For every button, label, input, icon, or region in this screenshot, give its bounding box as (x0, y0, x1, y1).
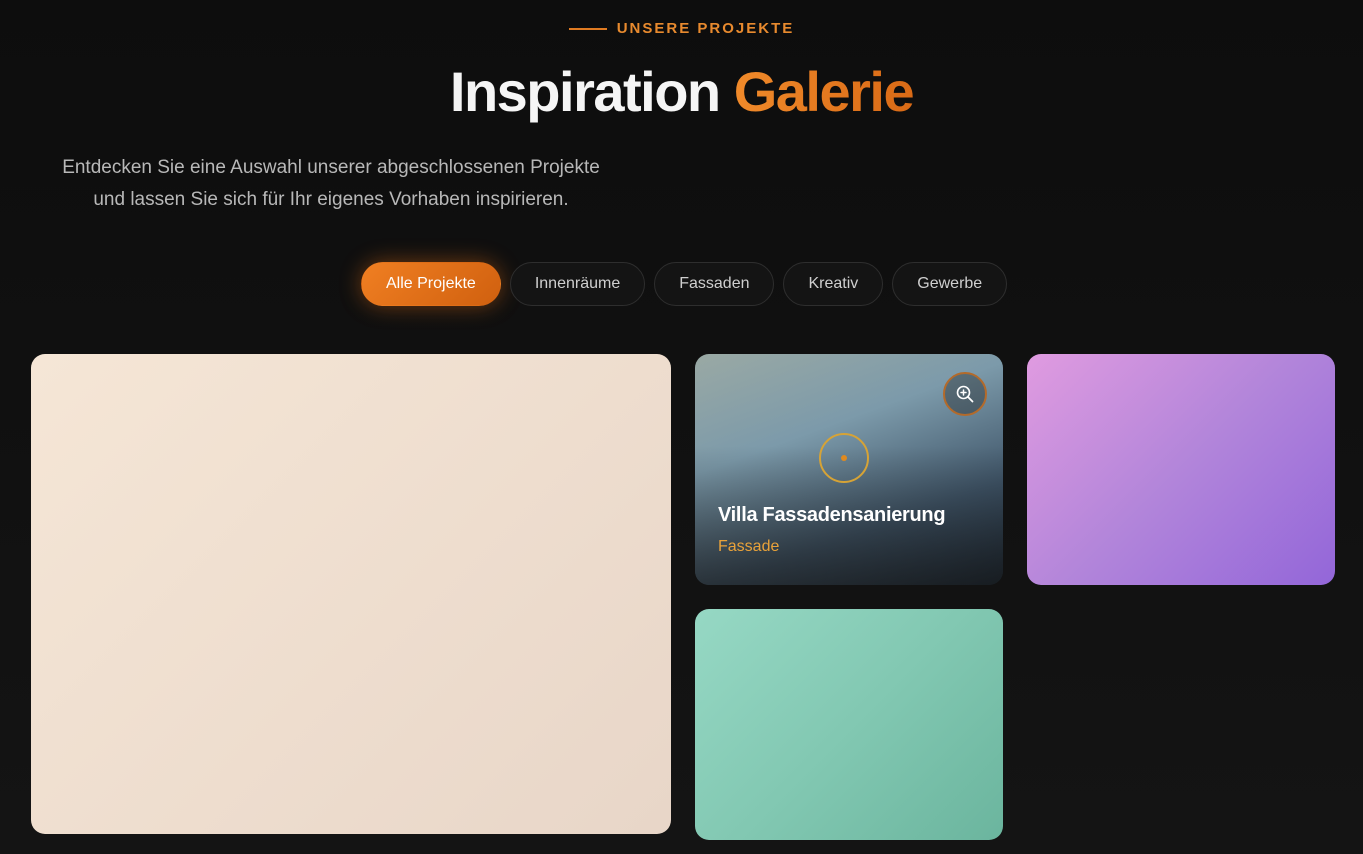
card-title: Villa Fassadensanierung (718, 504, 946, 526)
title-primary: Inspiration (449, 60, 721, 123)
title-accent: Galerie (733, 60, 915, 123)
gallery-card-teal[interactable] (695, 609, 1003, 840)
filter-all-projects[interactable]: Alle Projekte (361, 262, 501, 306)
card-category: Fassade (718, 538, 780, 555)
eyebrow-label: UNSERE PROJEKTE (616, 20, 795, 37)
filter-bar: Alle Projekte Innenräume Fassaden Kreati… (361, 262, 1008, 306)
filter-creative[interactable]: Kreativ (783, 262, 884, 306)
filter-facades[interactable]: Fassaden (654, 262, 775, 306)
filter-commercial[interactable]: Gewerbe (892, 262, 1008, 306)
gallery-card-purple[interactable] (1027, 354, 1335, 585)
subtitle-line-1: Entdecken Sie eine Auswahl unserer abges… (62, 157, 600, 178)
page-title: Inspiration Galerie (0, 58, 1363, 126)
section-eyebrow: UNSERE PROJEKTE (0, 20, 1363, 37)
zoom-in-icon (956, 385, 974, 403)
gallery-card-large[interactable] (31, 354, 671, 834)
filter-interiors[interactable]: Innenräume (509, 262, 646, 306)
zoom-in-button[interactable] (943, 372, 987, 416)
eyebrow-divider (568, 27, 607, 30)
focus-ring-icon (819, 433, 869, 483)
gallery-card-villa[interactable]: Villa Fassadensanierung Fassade (695, 354, 1003, 585)
subtitle-line-2: und lassen Sie sich für Ihr eigenes Vorh… (93, 189, 569, 210)
focus-dot (841, 455, 847, 461)
page-subtitle: Entdecken Sie eine Auswahl unserer abges… (31, 152, 631, 216)
